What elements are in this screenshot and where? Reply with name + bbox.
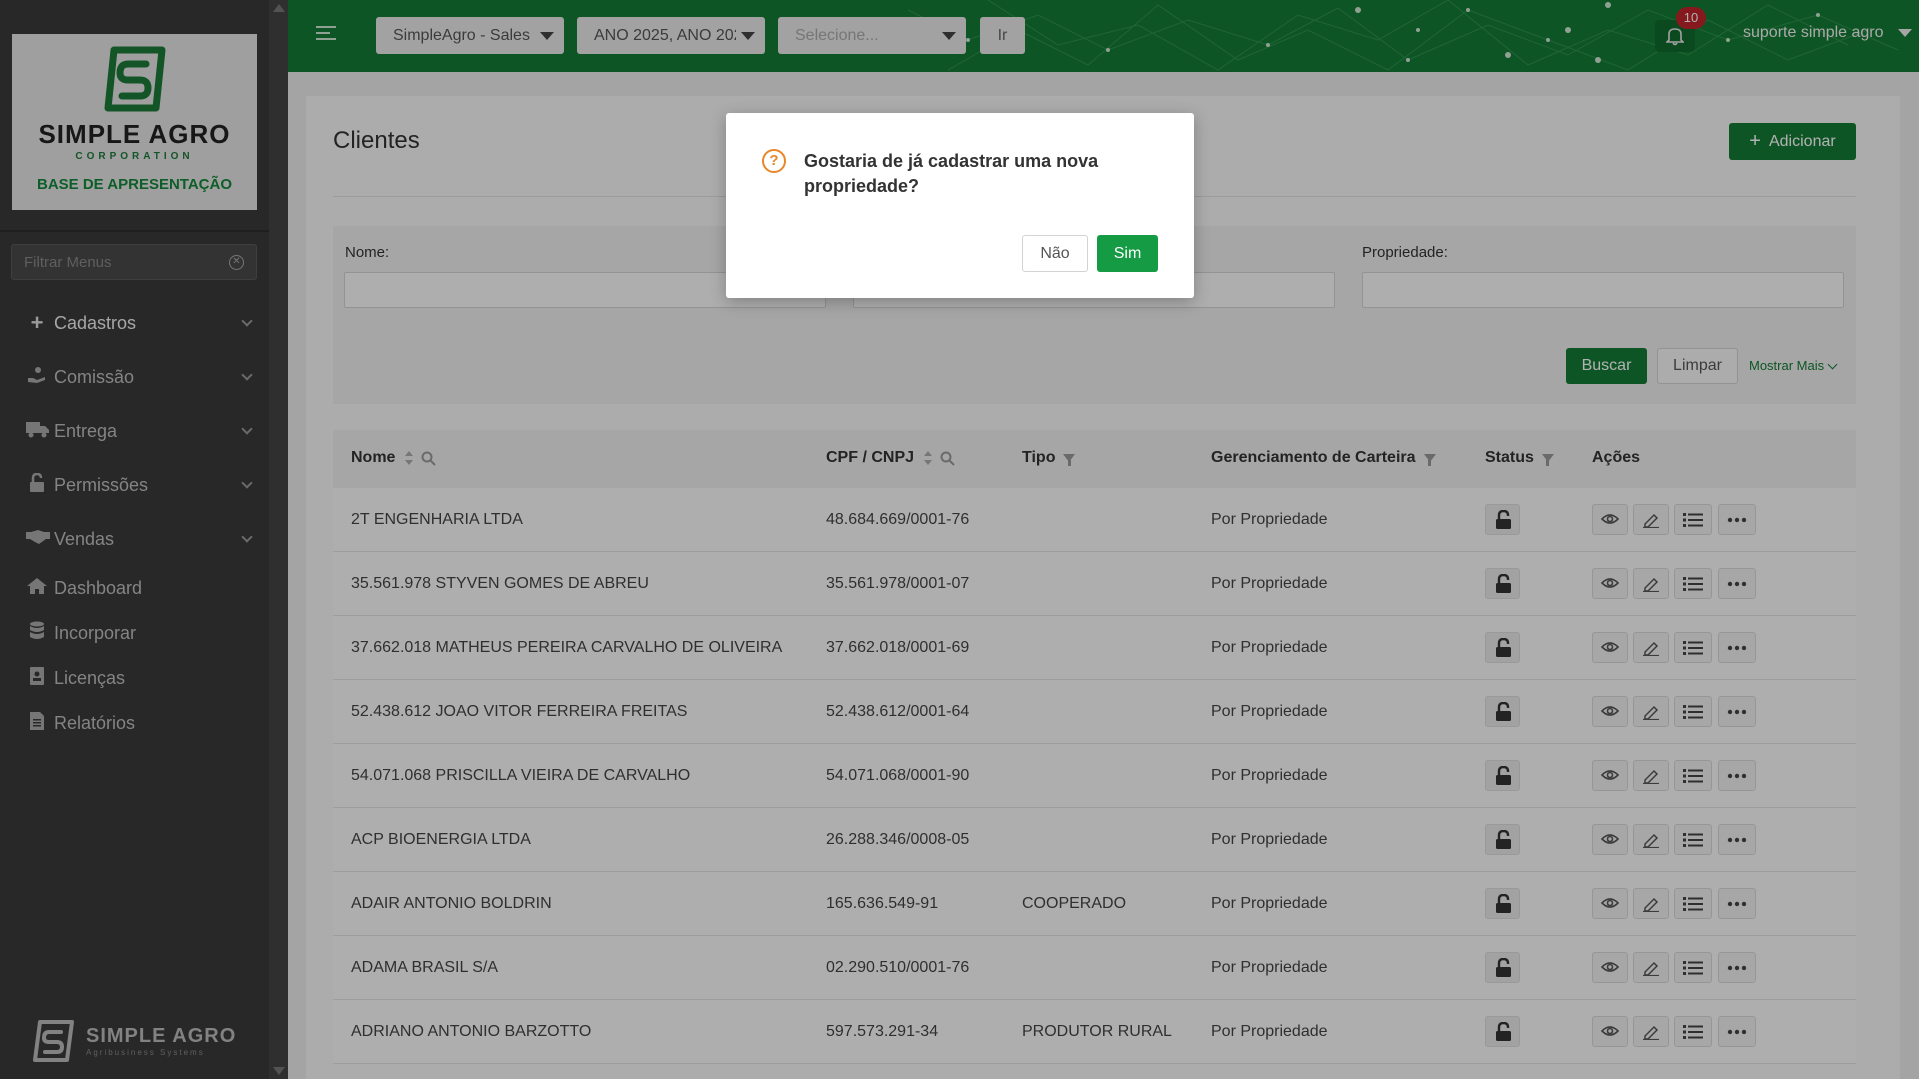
no-button[interactable]: Não <box>1022 235 1088 272</box>
dialog-message: Gostaria de já cadastrar uma nova propri… <box>804 151 1099 196</box>
confirm-dialog: ? Gostaria de já cadastrar uma nova prop… <box>726 113 1194 298</box>
yes-button[interactable]: Sim <box>1097 235 1158 272</box>
question-icon: ? <box>762 149 786 173</box>
